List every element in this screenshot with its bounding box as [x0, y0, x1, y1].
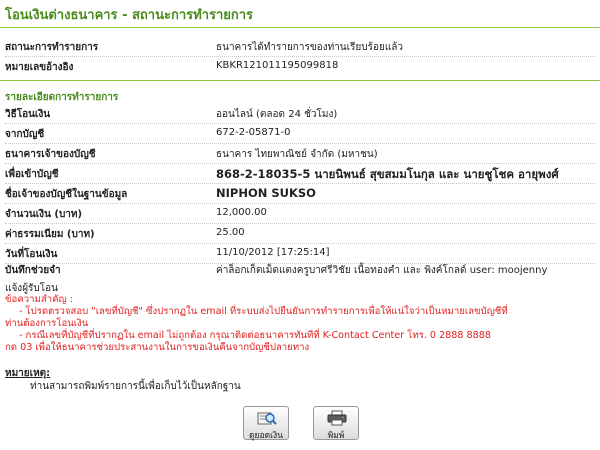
date-value: 11/10/2012 [17:25:14] [216, 247, 330, 258]
fee-label: ค่าธรรมเนียม (บาท) [5, 229, 95, 240]
status-value: ธนาคารได้ทำรายการของท่านเรียบร้อยแล้ว [216, 42, 404, 53]
status-row: สถานะการทำรายการ ธนาคารได้ทำรายการของท่า… [5, 36, 597, 56]
from-account-row: จากบัญชี 672-2-05871-0 [5, 123, 597, 143]
bank-row: ธนาคารเจ้าของบัญชี ธนาคาร ไทยพาณิชย์ จำก… [5, 143, 597, 163]
notice-line: ท่านต้องการโอนเงิน [5, 318, 89, 329]
from-account-label: จากบัญชี [5, 129, 45, 140]
owner-value: NIPHON SUKSO [216, 186, 316, 200]
notice-line: กด 03 เพื่อให้ธนาคารช่วยประสานงานในการขอ… [5, 342, 310, 353]
amount-label: จำนวนเงิน (บาท) [5, 209, 83, 220]
bank-value: ธนาคาร ไทยพาณิชย์ จำกัด (มหาชน) [216, 149, 378, 160]
section-divider [0, 80, 600, 81]
method-value: ออนไลน์ (ตลอด 24 ชั่วโมง) [216, 109, 338, 120]
memo-label: บันทึกช่วยจำ [5, 265, 61, 276]
notice-line: - โปรดตรวจสอบ "เลขที่บัญชี" ซึ่งปรากฏใน … [19, 306, 508, 317]
page-title: โอนเงินต่างธนาคาร - สถานะการทำรายการ [5, 8, 254, 23]
title-divider [0, 27, 600, 28]
owner-label: ชื่อเจ้าของบัญชีในฐานข้อมูล [5, 189, 128, 200]
memo-row: บันทึกช่วยจำ ค่าล็อกเก็ตเม็ดแตงครูบาศรีว… [5, 259, 597, 279]
print-button[interactable]: พิมพ์ [313, 406, 359, 441]
amount-value: 12,000.00 [216, 207, 267, 218]
fee-row: ค่าธรรมเนียม (บาท) 25.00 [5, 223, 597, 243]
from-account-value: 672-2-05871-0 [216, 127, 291, 138]
method-row: วิธีโอนเงิน ออนไลน์ (ตลอด 24 ชั่วโมง) [5, 103, 597, 123]
magnifier-document-icon [257, 410, 277, 426]
memo-value: ค่าล็อกเก็ตเม็ดแตงครูบาศรีวิชัย เนื้อทอง… [216, 265, 548, 276]
printer-icon [327, 410, 347, 426]
check-balance-label: ดูยอดเงิน [249, 431, 283, 441]
to-account-value: 868-2-18035-5 นายนิพนธ์ สุขสมมโนกุล และ … [216, 167, 559, 181]
important-notice: ข้อความสำคัญ : - โปรดตรวจสอบ "เลขที่บัญช… [5, 294, 597, 354]
check-balance-button[interactable]: ดูยอดเงิน [243, 406, 289, 441]
fee-value: 25.00 [216, 227, 245, 238]
amount-row: จำนวนเงิน (บาท) 12,000.00 [5, 203, 597, 223]
notice-line: - กรณีเลขที่บัญชีที่ปรากฏใน email ไม่ถูก… [19, 330, 491, 341]
method-label: วิธีโอนเงิน [5, 109, 51, 120]
reference-label: หมายเลขอ้างอิง [5, 62, 74, 73]
to-account-label: เพื่อเข้าบัญชี [5, 169, 59, 180]
to-account-row: เพื่อเข้าบัญชี 868-2-18035-5 นายนิพนธ์ ส… [5, 163, 597, 183]
bank-label: ธนาคารเจ้าของบัญชี [5, 149, 96, 160]
notice-title: ข้อความสำคัญ : [5, 294, 73, 305]
reference-row: หมายเลขอ้างอิง KBKR121011195099818 [5, 56, 597, 76]
reference-value: KBKR121011195099818 [216, 60, 339, 71]
print-label: พิมพ์ [327, 431, 345, 441]
owner-row: ชื่อเจ้าของบัญชีในฐานข้อมูล NIPHON SUKSO [5, 183, 597, 203]
remark-text: ท่านสามารถพิมพ์รายการนี้เพื่อเก็บไว้เป็น… [30, 381, 241, 392]
status-label: สถานะการทำรายการ [5, 42, 99, 53]
